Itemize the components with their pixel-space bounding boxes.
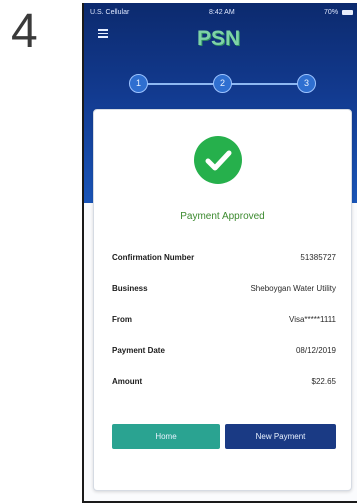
row-payment-date: Payment Date 08/12/2019 — [112, 346, 336, 358]
row-value: 08/12/2019 — [295, 346, 336, 355]
home-button[interactable]: Home — [112, 424, 220, 449]
row-label: From — [112, 315, 132, 324]
battery-percent: 70% — [324, 9, 339, 16]
status-bar: U.S. Cellular 8:42 AM 70% — [84, 9, 357, 21]
row-label: Payment Date — [112, 346, 165, 355]
new-payment-button[interactable]: New Payment — [225, 424, 336, 449]
row-value: $22.65 — [311, 377, 336, 386]
row-from: From Visa*****1111 — [112, 315, 336, 327]
carrier-label: U.S. Cellular — [90, 9, 130, 16]
payment-approved-title: Payment Approved — [180, 211, 265, 222]
row-value: Sheboygan Water Utility — [250, 284, 336, 293]
phone-screen: U.S. Cellular 8:42 AM 70% PSN 1 2 3 Paym… — [82, 3, 357, 503]
row-business: Business Sheboygan Water Utility — [112, 284, 336, 296]
battery-icon — [342, 9, 353, 15]
step-2: 2 — [213, 74, 232, 93]
status-time: 8:42 AM — [209, 9, 235, 16]
progress-stepper: 1 2 3 — [129, 73, 316, 95]
row-label: Business — [112, 284, 148, 293]
app-logo: PSN — [197, 27, 241, 50]
hamburger-menu-icon[interactable] — [98, 29, 108, 40]
row-label: Confirmation Number — [112, 253, 195, 262]
stepper-connector — [146, 83, 213, 85]
row-value: 51385727 — [300, 253, 336, 262]
row-label: Amount — [112, 377, 143, 386]
step-3: 3 — [297, 74, 316, 93]
checkmark-icon — [194, 136, 242, 184]
confirmation-card: Payment Approved Confirmation Number 513… — [93, 109, 352, 491]
row-value: Visa*****1111 — [289, 315, 336, 324]
stepper-connector — [230, 83, 298, 85]
step-number: 4 — [11, 5, 38, 58]
row-amount: Amount $22.65 — [112, 377, 336, 389]
step-1: 1 — [129, 74, 148, 93]
row-confirmation-number: Confirmation Number 51385727 — [112, 253, 336, 265]
battery-indicator: 70% — [324, 9, 353, 16]
